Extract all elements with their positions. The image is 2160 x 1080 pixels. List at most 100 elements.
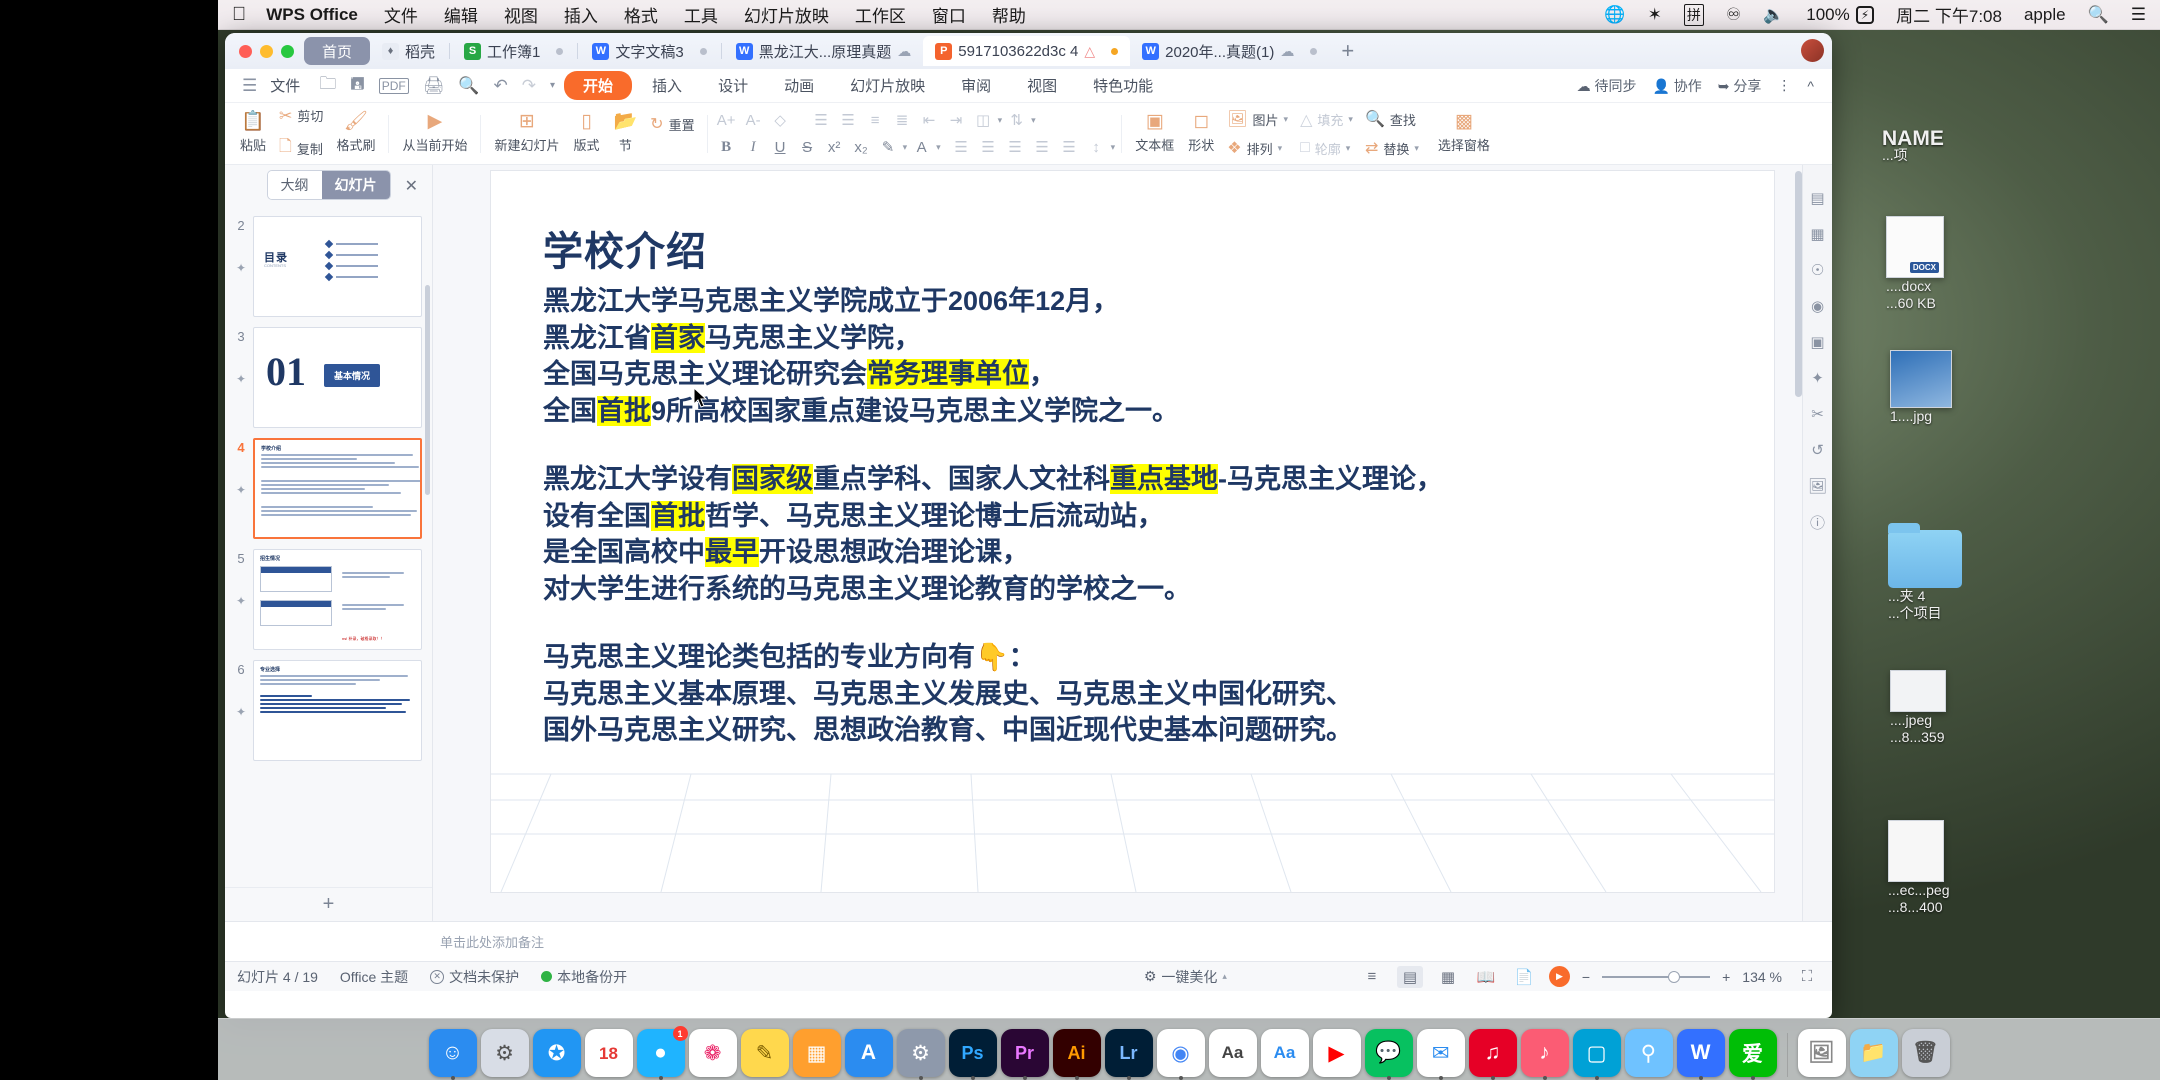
slide-thumbnail-6[interactable]: 专业选择 bbox=[253, 660, 422, 761]
picture-button[interactable]: 🖼 图片 ▾ bbox=[1221, 106, 1294, 132]
desktop-item-jpeg-1[interactable]: ....jpeg ...8...359 bbox=[1890, 670, 1946, 746]
align-left-icon[interactable]: ☰ bbox=[809, 109, 834, 132]
tab-writer3[interactable]: W 文字文稿3 bbox=[580, 36, 718, 66]
image-tool-icon[interactable]: 🖼 bbox=[1807, 475, 1829, 497]
slide-thumbnail-2[interactable]: 目录 CONTENTS bbox=[253, 216, 422, 317]
align-justify-icon[interactable]: ☰ bbox=[1030, 136, 1055, 159]
line-spacing-icon[interactable]: ↕ bbox=[1084, 136, 1109, 159]
desktop-item-folder[interactable]: ...夹 4 ...个项目 bbox=[1888, 523, 1962, 622]
chevron-down-icon[interactable]: ▾ bbox=[1348, 114, 1353, 125]
safari-icon[interactable]: ✪ bbox=[532, 1029, 581, 1077]
menubar-item-window[interactable]: 窗口 bbox=[932, 2, 966, 27]
cloud-sync-button[interactable]: ☁ 待同步 bbox=[1577, 76, 1637, 96]
slide-text-body[interactable]: 学校介绍 黑龙江大学马克思主义学院成立于2006年12月， 黑龙江省首家马克思主… bbox=[543, 223, 1748, 749]
ribbon-tab-start[interactable]: 开始 bbox=[564, 71, 633, 100]
appstore-icon[interactable]: A bbox=[844, 1029, 893, 1077]
menubar-item-edit[interactable]: 编辑 bbox=[444, 2, 478, 27]
reading-view-icon[interactable]: 📖 bbox=[1473, 966, 1499, 988]
play-icon[interactable]: ▶ bbox=[1548, 966, 1570, 987]
design-idea-icon[interactable]: ☉ bbox=[1807, 259, 1829, 281]
thumbnail-scrollbar[interactable] bbox=[425, 285, 430, 495]
notes-pane[interactable]: 单击此处添加备注 bbox=[225, 921, 1832, 961]
list-item[interactable]: 6 ✦ 专业选择 bbox=[225, 655, 432, 766]
layout-button[interactable]: ▯ 版式 bbox=[566, 108, 606, 159]
paste-button[interactable]: 📋 粘贴 bbox=[233, 108, 273, 159]
translate-icon[interactable]: Aa bbox=[1260, 1029, 1309, 1077]
ribbon-tab-animation[interactable]: 动画 bbox=[768, 72, 830, 99]
bilibili-icon[interactable]: ▢ bbox=[1572, 1029, 1621, 1080]
ribbon-tab-features[interactable]: 特色功能 bbox=[1077, 72, 1169, 99]
chevron-down-icon[interactable]: ▾ bbox=[903, 142, 908, 153]
share-button[interactable]: ➥ 分享 bbox=[1718, 76, 1762, 96]
shape-button[interactable]: ◻ 形状 bbox=[1181, 108, 1221, 159]
screenshot-icon[interactable]: 🖼 bbox=[1797, 1029, 1846, 1077]
desktop-item-image[interactable]: 1....jpg bbox=[1890, 350, 1952, 425]
bluetooth-icon[interactable]: ✶ bbox=[1648, 5, 1662, 25]
chevron-down-icon[interactable]: ▾ bbox=[1278, 143, 1283, 154]
tab-slides[interactable]: 幻灯片 bbox=[321, 171, 390, 199]
list-item[interactable]: 4 ✦ 学校介绍 bbox=[225, 433, 432, 544]
ribbon-file-menu[interactable]: 文件 bbox=[266, 72, 310, 99]
replace-button[interactable]: ⇄ 替换 ▾ bbox=[1359, 135, 1425, 161]
local-backup-status[interactable]: 本地备份开 bbox=[541, 967, 627, 987]
maximize-window-button[interactable] bbox=[281, 44, 294, 58]
downloads-icon[interactable]: 📁 bbox=[1849, 1029, 1898, 1077]
globe-icon[interactable]: 🌐 bbox=[1604, 5, 1625, 25]
menubar-item-tools[interactable]: 工具 bbox=[684, 2, 718, 27]
qq-icon[interactable]: ● 1 bbox=[636, 1026, 688, 1080]
charts-icon[interactable]: ▦ bbox=[792, 1029, 841, 1077]
chevron-up-icon[interactable]: ^ bbox=[1807, 78, 1814, 94]
slide-thumbnail-4-selected[interactable]: 学校介绍 bbox=[253, 438, 422, 539]
notes-icon[interactable]: ✎ bbox=[740, 1029, 789, 1077]
slide-canvas[interactable]: 学校介绍 黑龙江大学马克思主义学院成立于2006年12月， 黑龙江省首家马克思主… bbox=[491, 171, 1774, 892]
slide-sorter-icon[interactable]: ▦ bbox=[1435, 966, 1461, 988]
ribbon-tab-review[interactable]: 审阅 bbox=[945, 72, 1007, 99]
apple-logo-icon[interactable]:  bbox=[232, 5, 246, 24]
hamburger-icon[interactable]: ☰ bbox=[242, 76, 257, 96]
font-grow-button[interactable]: A+ bbox=[714, 109, 739, 132]
ribbon-tab-design[interactable]: 设计 bbox=[702, 72, 764, 99]
dictionary-icon[interactable]: Aa bbox=[1208, 1029, 1257, 1077]
settings-icon[interactable]: ⚙ bbox=[896, 1029, 945, 1080]
textbox-button[interactable]: ▣ 文本框 bbox=[1128, 108, 1181, 159]
desktop-item-text[interactable]: NAME ...项 bbox=[1882, 128, 1944, 164]
menubar-item-workspace[interactable]: 工作区 bbox=[855, 2, 906, 27]
calendar-icon[interactable]: 18 bbox=[584, 1029, 633, 1077]
lightroom-icon[interactable]: Lr bbox=[1104, 1029, 1153, 1080]
unsaved-dot[interactable] bbox=[1310, 47, 1318, 55]
chrome-icon[interactable]: ◉ bbox=[1156, 1029, 1205, 1080]
align-center-2-icon[interactable]: ☰ bbox=[976, 136, 1001, 159]
menubar-item-view[interactable]: 视图 bbox=[504, 2, 538, 27]
theme-name[interactable]: Office 主题 bbox=[340, 967, 408, 987]
clear-format-icon[interactable]: ◇ bbox=[768, 109, 793, 132]
control-center-icon[interactable]: ☰ bbox=[2131, 5, 2146, 25]
iqiyi-icon[interactable]: 爱 bbox=[1728, 1029, 1777, 1080]
normal-view-icon[interactable]: ▤ bbox=[1396, 965, 1423, 988]
beautify-button[interactable]: ⚙ 一键美化 ▴ bbox=[1144, 967, 1227, 987]
illustrator-icon[interactable]: Ai bbox=[1052, 1029, 1101, 1080]
sogou-icon[interactable]: ♾ bbox=[1726, 5, 1741, 25]
menubar-user[interactable]: apple bbox=[2024, 5, 2066, 25]
find-button[interactable]: 🔍 查找 bbox=[1359, 106, 1425, 132]
unsaved-dot[interactable] bbox=[699, 47, 707, 55]
collaborate-button[interactable]: 👤 协作 bbox=[1652, 76, 1701, 96]
zoom-level-label[interactable]: 134 % bbox=[1742, 969, 1782, 985]
zoom-out-button[interactable]: − bbox=[1582, 969, 1590, 985]
properties-icon[interactable]: ▤ bbox=[1807, 187, 1829, 209]
menubar-item-help[interactable]: 帮助 bbox=[992, 2, 1026, 27]
menubar-item-format[interactable]: 格式 bbox=[624, 2, 658, 27]
document-protection-status[interactable]: ✕ 文档未保护 bbox=[430, 967, 519, 987]
menubar-item-file[interactable]: 文件 bbox=[384, 2, 418, 27]
numbering-icon[interactable]: ≣ bbox=[890, 109, 915, 132]
subscript-button[interactable]: x₂ bbox=[849, 136, 874, 159]
align-center-icon[interactable]: ☰ bbox=[836, 109, 861, 132]
minimize-window-button[interactable] bbox=[260, 44, 273, 58]
target-icon[interactable]: ◉ bbox=[1807, 295, 1829, 317]
tab-home[interactable]: 首页 bbox=[304, 37, 371, 65]
photos-icon[interactable]: ❁ bbox=[688, 1029, 737, 1077]
zoom-slider[interactable] bbox=[1602, 970, 1711, 983]
notes-view-icon[interactable]: 📄 bbox=[1511, 966, 1537, 988]
menubar-app-name[interactable]: WPS Office bbox=[266, 5, 358, 25]
chevron-down-icon[interactable]: ▾ bbox=[936, 142, 941, 153]
superscript-button[interactable]: x² bbox=[822, 136, 847, 159]
